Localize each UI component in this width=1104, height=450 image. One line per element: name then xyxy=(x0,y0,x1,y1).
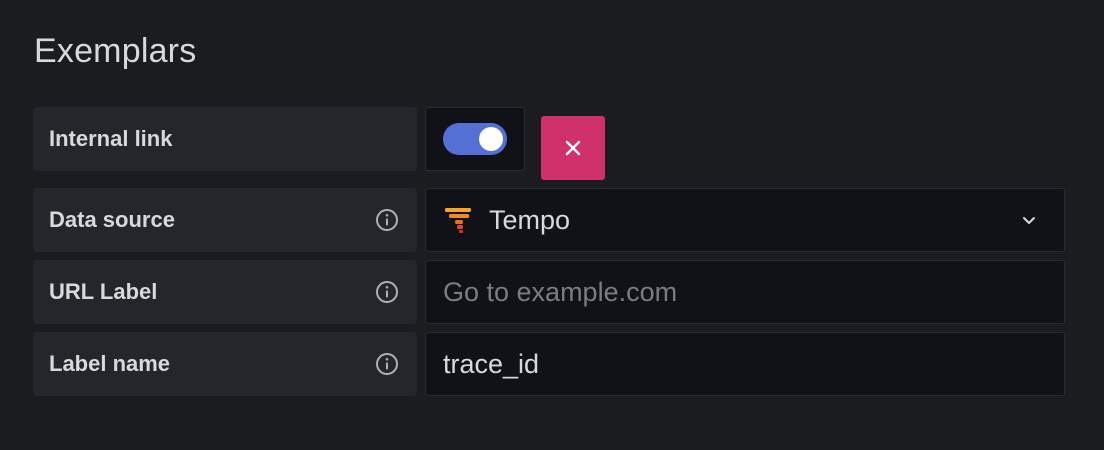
data-source-value: Tempo xyxy=(489,204,571,235)
data-source-select[interactable]: Tempo xyxy=(425,188,1065,252)
label-name-input[interactable] xyxy=(426,333,1064,395)
label-name-label: Label name xyxy=(49,351,171,376)
internal-link-toggle-container xyxy=(425,107,525,171)
section-title: Exemplars xyxy=(34,32,197,70)
info-icon[interactable] xyxy=(375,352,399,376)
delete-exemplar-button[interactable] xyxy=(541,116,605,180)
info-icon[interactable] xyxy=(375,280,399,304)
info-icon[interactable] xyxy=(375,208,399,232)
internal-link-toggle[interactable] xyxy=(443,123,507,155)
url-label-label: URL Label xyxy=(49,279,158,304)
internal-link-label: Internal link xyxy=(49,126,173,151)
data-source-label-box: Data source xyxy=(33,188,417,252)
tempo-logo-icon xyxy=(445,208,471,233)
url-label-input[interactable] xyxy=(426,261,1064,323)
close-icon xyxy=(565,140,581,156)
label-name-label-box: Label name xyxy=(33,332,417,396)
url-label-label-box: URL Label xyxy=(33,260,417,324)
data-source-label: Data source xyxy=(49,207,175,232)
label-name-field xyxy=(425,332,1065,396)
url-label-field xyxy=(425,260,1065,324)
chevron-down-icon xyxy=(1023,217,1035,224)
toggle-knob xyxy=(479,127,503,151)
internal-link-label-box: Internal link xyxy=(33,107,417,171)
